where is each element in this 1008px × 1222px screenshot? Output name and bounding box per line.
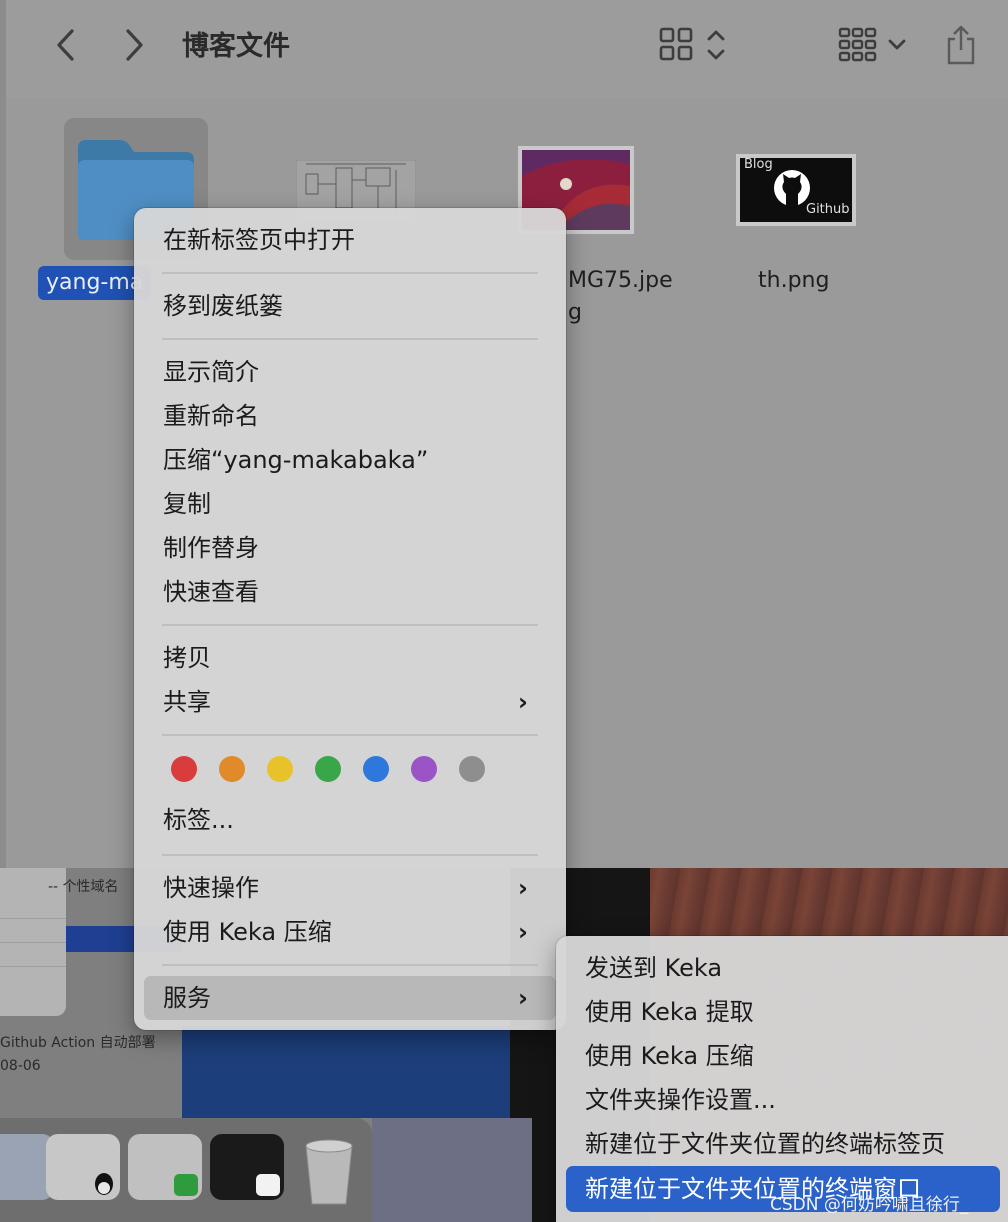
tag-yellow[interactable] [267,756,293,782]
submenu-item-new-terminal-tab[interactable]: 新建位于文件夹位置的终端标签页 [585,1128,945,1160]
tag-gray[interactable] [459,756,485,782]
chevron-left-icon [57,29,74,61]
watermark: CSDN @何妨吟啸且徐行_ [770,1195,969,1215]
jpeg-name-line2: g [568,300,582,325]
bg-blue-image [182,1026,512,1118]
bg-text-date: 08-06 [0,1058,41,1074]
dock-trash[interactable] [296,1134,370,1205]
chevron-right-icon: › [518,688,528,716]
menu-item-quick-actions[interactable]: 快速操作 [163,872,259,904]
dock-app-wechat[interactable] [128,1134,202,1200]
tag-purple[interactable] [411,756,437,782]
chevron-right-icon [126,29,143,61]
menu-separator [162,854,538,856]
menu-item-services[interactable]: 服务 [163,982,211,1014]
thumb-github-text: Github [806,202,850,217]
menu-separator [162,624,538,626]
png-name-label: th.png [758,268,830,293]
chevron-right-icon: › [518,984,528,1012]
menu-separator [162,964,538,966]
panel-row [0,894,66,919]
menu-item-open-new-tab[interactable]: 在新标签页中打开 [163,224,355,256]
view-mode-button[interactable] [652,22,736,68]
menu-item-share[interactable]: 共享 [163,686,211,718]
group-button[interactable] [832,22,916,68]
grid-view-icon [659,27,725,61]
group-by-icon [838,27,906,62]
chevron-right-icon: › [518,874,528,902]
menu-item-move-to-trash[interactable]: 移到废纸篓 [163,290,283,322]
menu-separator [162,734,538,736]
menu-item-quick-look[interactable]: 快速查看 [163,576,259,608]
submenu-item-send-to-keka[interactable]: 发送到 Keka [585,952,722,984]
bg-text-domain: -- 个性域名 [48,879,119,895]
menu-item-get-info[interactable]: 显示简介 [163,356,259,388]
tag-green[interactable] [315,756,341,782]
menu-item-make-alias[interactable]: 制作替身 [163,532,259,564]
panel-row [0,918,66,943]
tag-blue[interactable] [363,756,389,782]
wechat-icon [174,1174,198,1196]
jpeg-name-line1: MG75.jpe [568,268,673,293]
capcut-icon [256,1174,280,1196]
forward-button[interactable] [114,22,154,68]
menu-item-duplicate[interactable]: 复制 [163,488,211,520]
trash-icon [305,1139,353,1205]
context-menu: 在新标签页中打开 移到废纸篓 显示简介 重新命名 压缩“yang-makabak… [134,208,566,1030]
services-submenu: 发送到 Keka 使用 Keka 提取 使用 Keka 压缩 文件夹操作设置..… [556,936,1008,1222]
menu-item-keka-compress[interactable]: 使用 Keka 压缩 [163,916,332,948]
menu-separator [162,338,538,340]
menu-item-rename[interactable]: 重新命名 [163,400,259,432]
menu-item-tags[interactable]: 标签... [163,804,234,836]
tag-red[interactable] [171,756,197,782]
share-icon [947,25,975,65]
qq-icon [95,1173,113,1195]
panel-row [0,942,66,967]
share-button[interactable] [938,22,984,68]
back-button[interactable] [46,22,86,68]
submenu-item-keka-compress[interactable]: 使用 Keka 压缩 [585,1040,754,1072]
menu-item-compress[interactable]: 压缩“yang-makabaka” [163,444,428,476]
tag-orange[interactable] [219,756,245,782]
menu-separator [162,272,538,274]
thumb-blog-text: Blog [744,157,773,172]
menu-item-copy[interactable]: 拷贝 [163,642,211,674]
chevron-right-icon: › [518,918,528,946]
toolbar: 博客文件 [6,0,1008,99]
bg-wallpaper [372,1118,532,1222]
bg-text-github-action: Github Action 自动部署 [0,1035,156,1051]
window-title: 博客文件 [182,31,290,62]
dock-app-qq[interactable] [46,1134,120,1200]
submenu-item-keka-extract[interactable]: 使用 Keka 提取 [585,996,754,1028]
submenu-item-folder-actions[interactable]: 文件夹操作设置... [585,1084,776,1116]
dock-app-capcut[interactable] [210,1134,284,1200]
